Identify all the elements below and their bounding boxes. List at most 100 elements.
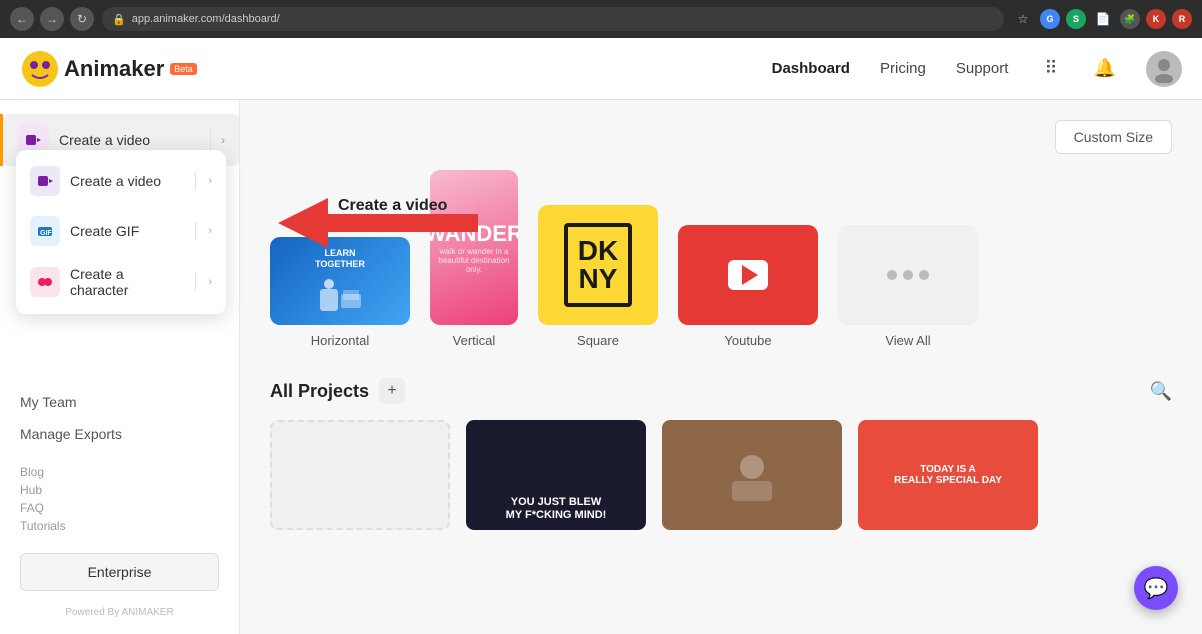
ext-doc[interactable]: 📄 — [1092, 8, 1114, 30]
custom-size-button[interactable]: Custom Size — [1055, 120, 1172, 154]
dropdown-chevron-right: › — [208, 175, 212, 187]
nav-support[interactable]: Support — [956, 60, 1009, 77]
sidebar-footer-links: Blog Hub FAQ Tutorials — [0, 455, 239, 543]
dropdown-divider-3 — [195, 273, 196, 291]
chat-fab-button[interactable]: 💬 — [1134, 566, 1178, 610]
projects-header: All Projects + 🔍 — [270, 378, 1172, 404]
dropdown-divider-2 — [195, 222, 196, 240]
main-content: Custom Size LEARNTOGETHER — [240, 100, 1202, 634]
sidebar-powered-by: Powered By ANIMAKER — [0, 601, 239, 624]
ext-google: G — [1040, 9, 1060, 29]
dot3 — [919, 270, 929, 280]
dropdown-create-video[interactable]: Create a video › — [16, 156, 226, 206]
nav-dashboard[interactable]: Dashboard — [772, 60, 850, 77]
forward-button[interactable]: → — [40, 7, 64, 31]
thumbnail-square: DKNY — [538, 205, 658, 325]
create-video-dropdown: Create a video › GIF Create GIF › — [16, 150, 226, 314]
nav-grid-button[interactable]: ⠿ — [1038, 52, 1063, 85]
thumbnail-viewall — [838, 225, 978, 325]
app-container: Animaker Beta Dashboard Pricing Support … — [0, 38, 1202, 634]
dropdown-create-gif[interactable]: GIF Create GIF › — [16, 206, 226, 256]
dropdown-divider — [195, 172, 196, 190]
templates-row: LEARNTOGETHER — [270, 170, 1055, 348]
dropdown-chevron-char: › — [208, 276, 212, 288]
browser-chrome: ← → ↻ 🔒 app.animaker.com/dashboard/ ☆ G … — [0, 0, 1202, 38]
sidebar-my-team[interactable]: My Team — [0, 386, 239, 418]
project-card-3[interactable]: TODAY IS AREALLY SPECIAL DAY — [858, 420, 1038, 530]
project-card-empty[interactable] — [270, 420, 450, 530]
template-square-label: Square — [577, 333, 619, 348]
sidebar-enterprise-button[interactable]: Enterprise — [20, 553, 219, 591]
template-viewall-label: View All — [885, 333, 930, 348]
projects-grid: YOU JUST BLEWMY F*CKING MIND! TODAY IS A… — [270, 420, 1172, 530]
logo-area: Animaker Beta — [20, 49, 197, 89]
project-card-2[interactable] — [662, 420, 842, 530]
refresh-button[interactable]: ↻ — [70, 7, 94, 31]
vert-title: WANDER — [430, 221, 518, 247]
animaker-logo-icon — [20, 49, 60, 89]
add-project-button[interactable]: + — [379, 378, 405, 404]
dropdown-video-icon — [30, 166, 60, 196]
template-youtube[interactable]: Youtube — [678, 225, 818, 348]
project-3-text: TODAY IS AREALLY SPECIAL DAY — [894, 464, 1002, 486]
ext-r: R — [1172, 9, 1192, 29]
youtube-play-icon — [728, 260, 768, 290]
template-horizontal-label: Horizontal — [311, 333, 370, 348]
template-vertical-label: Vertical — [453, 333, 496, 348]
nav-bell-button[interactable]: 🔔 — [1094, 58, 1116, 79]
logo-text: Animaker — [64, 56, 164, 82]
projects-section: All Projects + 🔍 YOU JUST BLEWMY F*CKING… — [270, 378, 1172, 530]
dropdown-chevron-gif: › — [208, 225, 212, 237]
star-button[interactable]: ☆ — [1012, 8, 1034, 30]
dropdown-create-char[interactable]: Create a character › — [16, 256, 226, 308]
dropdown-create-gif-label: Create GIF — [70, 223, 183, 239]
nav-avatar[interactable] — [1146, 51, 1182, 87]
back-button[interactable]: ← — [10, 7, 34, 31]
beta-badge: Beta — [170, 63, 197, 75]
dropdown-create-char-label: Create a character — [70, 266, 183, 298]
dropdown-create-video-label: Create a video — [70, 173, 183, 189]
dot1 — [887, 270, 897, 280]
sq-text: DKNY — [578, 237, 618, 293]
templates-section: LEARNTOGETHER — [270, 170, 1172, 530]
dropdown-char-icon — [30, 267, 60, 297]
template-viewall[interactable]: View All — [838, 225, 978, 348]
address-bar[interactable]: 🔒 app.animaker.com/dashboard/ — [102, 7, 1004, 31]
template-horizontal[interactable]: LEARNTOGETHER — [270, 237, 410, 348]
thumbnail-vertical: WANDER walk or wander in a beautiful des… — [430, 170, 518, 325]
divider — [210, 130, 211, 150]
ext-puzzle: 🧩 — [1120, 9, 1140, 29]
search-projects-button[interactable]: 🔍 — [1150, 381, 1172, 402]
ext-k: K — [1146, 9, 1166, 29]
template-vertical[interactable]: WANDER walk or wander in a beautiful des… — [430, 170, 518, 348]
vert-subtitle: walk or wander in a beautiful destinatio… — [438, 247, 510, 274]
sidebar-tutorials[interactable]: Tutorials — [20, 519, 219, 533]
top-nav: Animaker Beta Dashboard Pricing Support … — [0, 38, 1202, 100]
template-youtube-label: Youtube — [724, 333, 771, 348]
template-square[interactable]: DKNY Square — [538, 205, 658, 348]
dot2 — [903, 270, 913, 280]
project-1-text: YOU JUST BLEWMY F*CKING MIND! — [506, 496, 607, 522]
dropdown-gif-icon: GIF — [30, 216, 60, 246]
main-body: Create a video › Create a video › — [0, 100, 1202, 634]
sidebar-manage-exports[interactable]: Manage Exports — [0, 418, 239, 450]
chat-icon: 💬 — [1144, 576, 1169, 601]
nav-pricing[interactable]: Pricing — [880, 60, 926, 77]
browser-actions: ☆ G S 📄 🧩 K R — [1012, 8, 1192, 30]
thumbnail-horizontal: LEARNTOGETHER — [270, 237, 410, 325]
create-video-label: Create a video — [59, 132, 200, 148]
sidebar-blog[interactable]: Blog — [20, 465, 219, 479]
svg-text:GIF: GIF — [40, 230, 52, 237]
ext-s: S — [1066, 9, 1086, 29]
horiz-text: LEARNTOGETHER — [315, 248, 365, 270]
lock-icon: 🔒 — [112, 13, 126, 26]
project-card-1[interactable]: YOU JUST BLEWMY F*CKING MIND! — [466, 420, 646, 530]
chevron-right-icon: › — [221, 133, 225, 147]
sidebar-hub[interactable]: Hub — [20, 483, 219, 497]
sidebar-faq[interactable]: FAQ — [20, 501, 219, 515]
sidebar: Create a video › Create a video › — [0, 100, 240, 634]
thumbnail-youtube — [678, 225, 818, 325]
nav-links: Dashboard Pricing Support ⠿ 🔔 — [772, 51, 1182, 87]
browser-controls: ← → ↻ — [10, 7, 94, 31]
projects-title: All Projects — [270, 381, 369, 402]
